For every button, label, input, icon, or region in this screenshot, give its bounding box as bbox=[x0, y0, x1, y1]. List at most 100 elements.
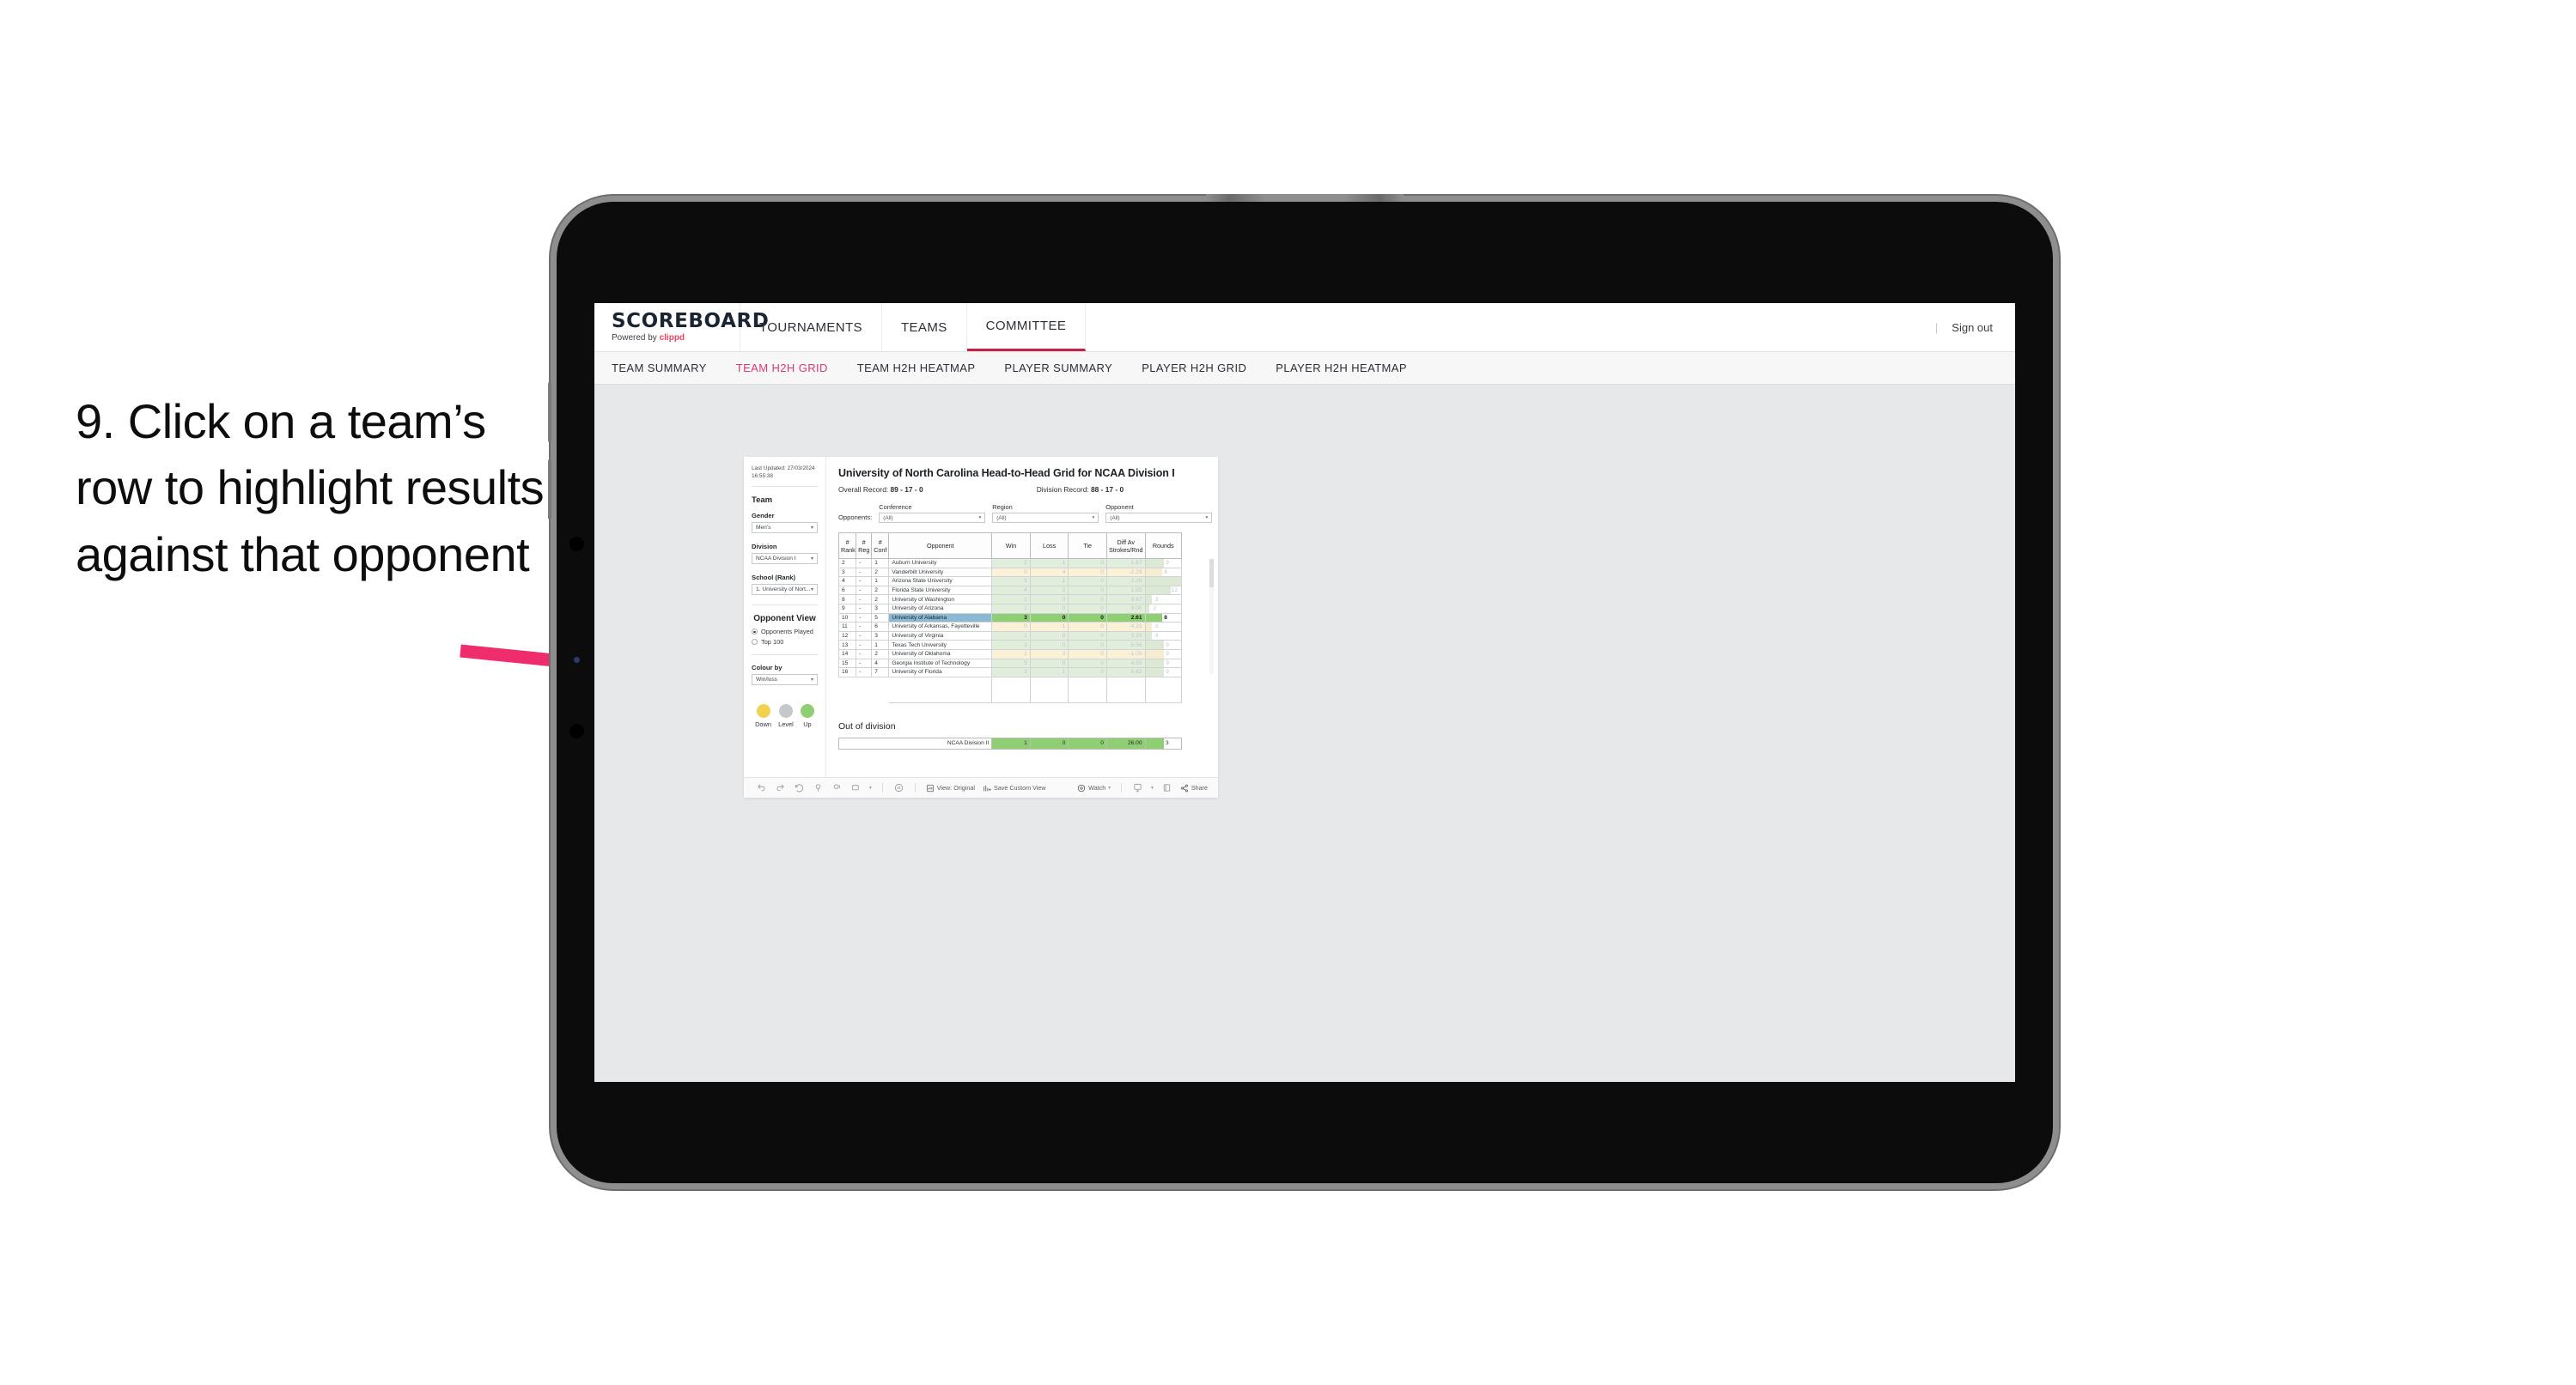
tab-team-summary[interactable]: TEAM SUMMARY bbox=[612, 361, 707, 374]
cell-rounds: 9 bbox=[1144, 667, 1182, 677]
watch-icon bbox=[1078, 784, 1086, 792]
col-rank[interactable]: # Rank bbox=[837, 532, 857, 559]
cell-tie: 0 bbox=[1068, 612, 1107, 623]
save-custom-view-button[interactable]: Save Custom View bbox=[983, 784, 1046, 793]
rounds-bar bbox=[1145, 641, 1165, 649]
cell-loss: 0 bbox=[1029, 612, 1069, 623]
col-rounds[interactable]: Rounds bbox=[1144, 532, 1182, 559]
col-conf[interactable]: # Conf bbox=[871, 532, 890, 559]
cell-rounds: 17 bbox=[1144, 576, 1182, 586]
filter-conference-value: (All) bbox=[883, 514, 893, 521]
school-rank-select[interactable]: 1. University of Nort... ▾ bbox=[752, 584, 818, 596]
colour-by-select[interactable]: Win/loss ▾ bbox=[752, 674, 818, 686]
fullscreen-icon[interactable] bbox=[1161, 782, 1172, 793]
table-row[interactable]: 9-3 University of Arizona 1 0 0 9.00 2 bbox=[837, 603, 1182, 614]
cell-tie: 0 bbox=[1068, 594, 1107, 604]
table-row[interactable]: 12-3 University of Virginia 1 0 0 2.33 3 bbox=[837, 630, 1182, 641]
filter-conference-select[interactable]: (All) ▾ bbox=[879, 513, 986, 523]
pause-playback-icon[interactable] bbox=[893, 782, 904, 793]
col-opponent[interactable]: Opponent bbox=[888, 532, 993, 559]
grid-vertical-scrollbar[interactable] bbox=[1209, 559, 1214, 674]
pause-icon[interactable] bbox=[831, 782, 843, 793]
view-original-button[interactable]: View: Original bbox=[926, 784, 975, 793]
grid-scrollbar-thumb[interactable] bbox=[1209, 559, 1214, 587]
cell-tie: 0 bbox=[1068, 567, 1107, 578]
table-row[interactable]: 4-1Arizona State University5102.2817 bbox=[837, 576, 1182, 586]
download-icon[interactable] bbox=[1132, 782, 1143, 793]
cell-diff: -4.33 bbox=[1105, 622, 1146, 632]
rounds-value: 3 bbox=[1154, 623, 1159, 630]
cell-conf: 1 bbox=[871, 558, 890, 568]
table-row[interactable]: 2-1 Auburn University 2 1 0 1.67 9 bbox=[837, 558, 1182, 568]
gender-select-value: Men’s bbox=[756, 525, 771, 532]
col-loss[interactable]: Loss bbox=[1029, 532, 1069, 559]
table-row[interactable]: 13-1 Texas Tech University 3 0 0 5.56 9 bbox=[837, 640, 1182, 650]
cell-rounds: 8 bbox=[1144, 612, 1182, 623]
grid-footer-cell bbox=[1029, 676, 1069, 703]
filter-region-select[interactable]: (All) ▾ bbox=[992, 513, 1099, 523]
undo-icon[interactable] bbox=[756, 782, 767, 793]
out-of-division-row[interactable]: NCAA Division II 1 0 0 26.00 3 bbox=[837, 737, 1183, 750]
brand-title: SCOREBOARD bbox=[612, 310, 770, 332]
table-row[interactable]: 3-2 Vanderbilt University 0 4 0 -2.29 8 bbox=[837, 567, 1182, 578]
col-diff[interactable]: Diff Av Strokes/Rnd bbox=[1105, 532, 1146, 559]
cell-diff: 5.56 bbox=[1105, 640, 1146, 650]
cell-reg: - bbox=[856, 567, 873, 578]
nav-item-tournaments[interactable]: TOURNAMENTS bbox=[740, 303, 882, 351]
cell-opponent: Auburn University bbox=[888, 558, 993, 568]
nav-item-teams[interactable]: TEAMS bbox=[882, 303, 967, 351]
device-side-button-2 bbox=[548, 459, 551, 519]
cell-tie: 0 bbox=[1068, 640, 1107, 650]
radio-top-100-label: Top 100 bbox=[761, 638, 784, 647]
rounds-bar bbox=[1145, 650, 1165, 659]
cell-tie: 0 bbox=[1068, 576, 1107, 586]
share-button[interactable]: Share bbox=[1180, 784, 1208, 793]
brand-subtitle-prefix: Powered by bbox=[612, 333, 660, 343]
radio-top-100[interactable]: Top 100 bbox=[752, 638, 818, 646]
refresh-icon[interactable] bbox=[813, 782, 824, 793]
radio-opponents-played[interactable]: Opponents Played bbox=[752, 628, 818, 635]
col-tie[interactable]: Tie bbox=[1068, 532, 1107, 559]
chevron-down-icon[interactable]: ▾ bbox=[1151, 786, 1154, 791]
cell-win: 3 bbox=[991, 667, 1031, 677]
tab-player-summary[interactable]: PLAYER SUMMARY bbox=[1004, 361, 1112, 374]
table-row[interactable]: 14-2 University of Oklahoma 1 2 0 -1.00 9 bbox=[837, 648, 1182, 659]
cell-loss: 0 bbox=[1029, 640, 1069, 650]
division-select[interactable]: NCAA Division I ▾ bbox=[752, 553, 818, 565]
filter-opponent-label: Opponent bbox=[1105, 503, 1134, 511]
cell-win: 2 bbox=[991, 558, 1031, 568]
cell-diff: 6.62 bbox=[1105, 667, 1146, 677]
sidebar-divider-1 bbox=[752, 604, 818, 606]
col-reg[interactable]: # Reg bbox=[856, 532, 873, 559]
cell-win: 1 bbox=[991, 594, 1031, 604]
main-panel: University of North Carolina Head-to-Hea… bbox=[826, 457, 1218, 777]
rounds-value: 9 bbox=[1166, 669, 1169, 676]
cell-tie: 0 bbox=[1068, 667, 1107, 677]
table-row[interactable]: 10-5 University of Alabama 3 0 0 2.61 8 bbox=[837, 612, 1182, 623]
gender-select[interactable]: Men’s ▾ bbox=[752, 522, 818, 534]
tab-team-h2h-grid[interactable]: TEAM H2H GRID bbox=[736, 361, 828, 374]
ood-cell-tie: 0 bbox=[1068, 737, 1107, 750]
tab-player-h2h-grid[interactable]: PLAYER H2H GRID bbox=[1142, 361, 1246, 374]
watch-button[interactable]: Watch ▾ bbox=[1077, 784, 1111, 793]
rounds-value: 8 bbox=[1164, 614, 1167, 621]
revert-icon[interactable] bbox=[794, 782, 805, 793]
table-row[interactable]: 8-2 University of Washington 1 0 0 3.67 3 bbox=[837, 594, 1182, 604]
filter-opponent-select[interactable]: (All) ▾ bbox=[1105, 513, 1213, 523]
table-row[interactable]: 15-4 Georgia Institute of Technology 5 0 0 4.… bbox=[837, 658, 1182, 669]
save-view-icon bbox=[984, 785, 991, 791]
tab-player-h2h-heatmap[interactable]: PLAYER H2H HEATMAP bbox=[1276, 361, 1407, 374]
redo-icon[interactable] bbox=[775, 782, 786, 793]
table-row[interactable]: 6-2 Florida State University 4 2 0 1.83 12 bbox=[837, 585, 1182, 596]
sign-out-link[interactable]: Sign out bbox=[1952, 321, 1993, 334]
col-win[interactable]: Win bbox=[991, 532, 1031, 559]
table-row[interactable]: 16-7 University of Florida 3 1 0 6.62 9 bbox=[837, 667, 1182, 677]
nav-item-committee[interactable]: COMMITTEE bbox=[966, 303, 1087, 351]
table-row[interactable]: 11-6 University of Arkansas, Fayetteville… bbox=[837, 622, 1182, 632]
tab-team-h2h-heatmap[interactable]: TEAM H2H HEATMAP bbox=[857, 361, 976, 374]
device-layout-icon[interactable] bbox=[850, 782, 862, 793]
chevron-down-icon[interactable]: ▾ bbox=[869, 786, 872, 791]
cell-reg: - bbox=[856, 658, 873, 669]
cell-rank: 15 bbox=[837, 658, 857, 669]
cell-opponent: University of Alabama bbox=[888, 612, 993, 623]
